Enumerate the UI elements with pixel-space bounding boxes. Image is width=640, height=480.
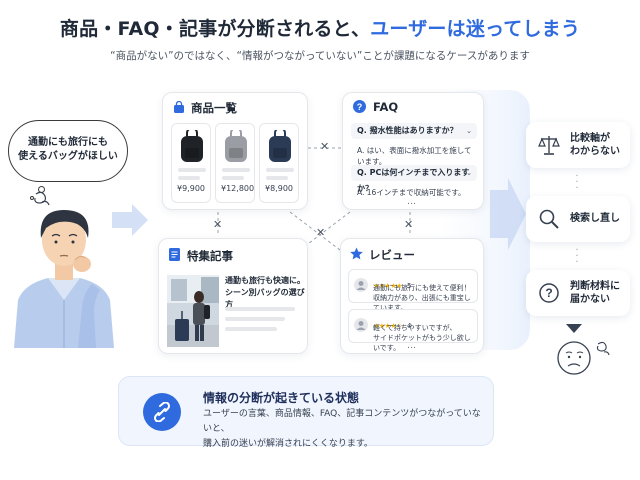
- help-circle-icon: ?: [353, 100, 366, 113]
- avatar: [354, 278, 368, 292]
- product-price: ¥9,900: [177, 184, 205, 193]
- review-item: ★★★★★ 5 通勤にも旅行にも使えて便利！ 収納力があり、出張にも重宝していま…: [348, 269, 478, 312]
- shopping-bag-icon: [174, 101, 184, 113]
- chevron-down-icon: ⌄: [466, 169, 472, 177]
- article-title: 特集記事: [187, 249, 233, 263]
- disconnect-mark: ✕: [213, 218, 223, 231]
- info-badge: [143, 393, 181, 431]
- product-price: ¥12,800: [221, 184, 255, 193]
- broken-link-icon: [153, 402, 171, 422]
- review-text: 軽くて持ちやすいですが、 サイドポケットがもう少し欲しいです。: [373, 324, 471, 352]
- dotted-separator: · · ·: [575, 245, 579, 268]
- faq-card: ? FAQ Q. 撥水性能はありますか？ ⌄ A. はい、表面に撥水加工を施して…: [342, 92, 484, 210]
- issue-label: 比較軸が わからない: [570, 133, 620, 157]
- review-item: ★★★★☆ 4 軽くて持ちやすいですが、 サイドポケットがもう少し欲しいです。: [348, 309, 478, 352]
- svg-text:?: ?: [357, 102, 363, 112]
- article-headline: 通勤も旅行も快適に。 シーン別バッグの選び方: [225, 276, 305, 309]
- avatar: [354, 318, 368, 332]
- dotted-separator: · · ·: [575, 171, 579, 194]
- document-icon: [169, 248, 180, 261]
- product-list-title: 商品一覧: [191, 101, 237, 115]
- product-tile[interactable]: ¥12,800: [215, 123, 255, 203]
- article-card: 特集記事 通勤も旅行も快適に。 シーン別バッグの選び方: [158, 238, 308, 354]
- confused-face-icon: [557, 341, 610, 375]
- faq-answer: A. はい、表面に撥水加工を施しています。: [357, 146, 472, 166]
- info-title: 情報の分断が起きている状態: [203, 391, 360, 405]
- product-price: ¥8,900: [265, 184, 293, 193]
- disconnect-mark: ✕: [404, 218, 414, 231]
- product-tile[interactable]: ¥9,900: [171, 123, 211, 203]
- down-arrow-icon: [566, 324, 582, 333]
- more-dots: …: [407, 341, 416, 351]
- faq-answer: A. 16インチまで収納可能です。: [357, 188, 466, 197]
- text-placeholder: [178, 176, 200, 180]
- product-list-card: 商品一覧 ¥9,900 ¥12,800 ¥8,900: [162, 92, 308, 210]
- disconnect-mark: ✕: [320, 140, 330, 153]
- svg-text:?: ?: [545, 286, 552, 300]
- info-box: 情報の分断が起きている状態 ユーザーの言葉、商品情報、FAQ、記事コンテンツがつ…: [118, 376, 494, 449]
- speech-bubble: 通勤にも旅行にも 使えるバッグがほしい: [8, 120, 128, 182]
- thinking-person-illustration: [14, 191, 114, 348]
- question-icon: ?: [539, 283, 559, 303]
- search-icon: [539, 209, 559, 229]
- scale-icon: [538, 136, 560, 155]
- text-placeholder: [266, 168, 294, 172]
- text-placeholder: [178, 168, 206, 172]
- disconnect-mark: ✕: [316, 226, 326, 239]
- text-placeholder: [222, 168, 250, 172]
- text-placeholder: [225, 307, 295, 311]
- issue-card-insufficient: ? 判断材料に 届かない: [526, 270, 630, 316]
- faq-question[interactable]: Q. 撥水性能はありますか？ ⌄: [351, 123, 477, 139]
- issue-card-comparison: 比較軸が わからない: [526, 122, 630, 168]
- issue-card-research: 検索し直し: [526, 196, 630, 242]
- faq-question[interactable]: Q. PCは何インチまで入りますか？ ⌄: [351, 165, 477, 193]
- review-title: レビュー: [369, 248, 415, 262]
- issue-label: 判断材料に 届かない: [570, 281, 620, 305]
- faq-title: FAQ: [373, 100, 399, 114]
- text-placeholder: [266, 176, 288, 180]
- text-placeholder: [225, 327, 277, 331]
- chevron-down-icon: ⌄: [466, 127, 472, 135]
- article-photo: [167, 275, 219, 347]
- backpack-icon: [225, 130, 247, 162]
- review-card: レビュー ★★★★★ 5 通勤にも旅行にも使えて便利！ 収納力があり、出張にも重…: [340, 238, 484, 354]
- backpack-icon: [181, 130, 203, 162]
- text-placeholder: [225, 317, 285, 321]
- more-dots: …: [407, 197, 416, 207]
- confusion-swirl-icon: [34, 191, 50, 206]
- speech-line: 使えるバッグがほしい: [18, 151, 118, 162]
- text-placeholder: [222, 176, 244, 180]
- backpack-icon: [269, 130, 291, 162]
- info-body: ユーザーの言葉、商品情報、FAQ、記事コンテンツがつながっていないと、 購入前の…: [203, 409, 481, 449]
- star-icon: [350, 247, 363, 260]
- issue-label: 検索し直し: [570, 213, 620, 224]
- product-tile[interactable]: ¥8,900: [259, 123, 299, 203]
- speech-line: 通勤にも旅行にも: [28, 137, 108, 148]
